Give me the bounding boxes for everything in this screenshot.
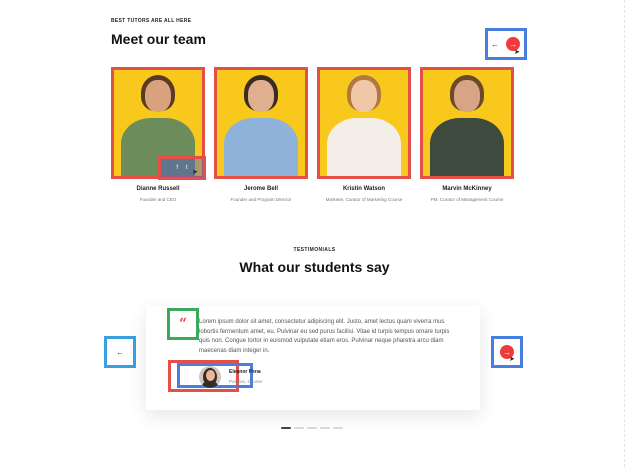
mouse-cursor-icon: ➤ bbox=[514, 49, 520, 56]
author-role: Position, Course bbox=[229, 379, 263, 384]
carousel-dot[interactable] bbox=[281, 427, 291, 429]
member-body-shape bbox=[224, 118, 298, 176]
member-head-shape bbox=[145, 80, 171, 112]
carousel-dot[interactable] bbox=[333, 427, 343, 429]
team-card[interactable]: Dianne Russell Founder and CEO bbox=[111, 67, 205, 202]
member-role: Founder and CEO bbox=[139, 197, 177, 202]
twitter-icon[interactable]: t bbox=[186, 165, 188, 171]
member-body-shape bbox=[327, 118, 401, 176]
member-role: Marketer, Curator of Marketing Course bbox=[325, 197, 403, 202]
avatar bbox=[199, 366, 221, 388]
member-body-shape bbox=[430, 118, 504, 176]
carousel-dot[interactable] bbox=[320, 427, 330, 429]
carousel-dot[interactable] bbox=[307, 427, 317, 429]
team-photo bbox=[317, 67, 411, 179]
page-edge bbox=[624, 0, 629, 467]
team-card[interactable]: Kristin Watson Marketer, Curator of Mark… bbox=[317, 67, 411, 202]
team-card[interactable]: Marvin McKinney PM, Curator of Managemen… bbox=[420, 67, 514, 202]
testimonials-next-button-frame: → bbox=[491, 336, 523, 368]
carousel-dots bbox=[281, 427, 343, 429]
mouse-cursor-icon: ➤ bbox=[509, 356, 515, 363]
author-name: Eleanor Pena bbox=[229, 369, 261, 375]
testimonials-title: What our students say bbox=[239, 259, 390, 275]
member-role: Founder and Program Director bbox=[230, 197, 292, 202]
mouse-cursor-icon: ➤ bbox=[192, 169, 198, 176]
arrow-left-icon: ← bbox=[116, 347, 124, 357]
member-name: Marvin McKinney bbox=[442, 186, 492, 192]
testimonials-prev-button[interactable]: ← bbox=[104, 336, 136, 368]
member-name: Kristin Watson bbox=[342, 186, 386, 192]
member-head-shape bbox=[248, 80, 274, 112]
member-role: PM, Curator of Management Course bbox=[430, 197, 504, 202]
team-eyebrow: BEST TUTORS ARE ALL HERE bbox=[111, 18, 192, 24]
carousel-dot[interactable] bbox=[294, 427, 304, 429]
avatar-body-shape bbox=[202, 381, 218, 388]
team-card[interactable]: Jerome Bell Founder and Program Director bbox=[214, 67, 308, 202]
facebook-icon[interactable]: f bbox=[176, 165, 178, 171]
team-title: Meet our team bbox=[111, 31, 206, 47]
testimonials-eyebrow: TESTIMONIALS bbox=[293, 247, 336, 253]
avatar-face-shape bbox=[206, 370, 215, 381]
social-links-overlay: f t bbox=[158, 156, 206, 180]
team-photo bbox=[420, 67, 514, 179]
member-head-shape bbox=[351, 80, 377, 112]
team-carousel-nav: ← → bbox=[485, 28, 527, 60]
member-head-shape bbox=[454, 80, 480, 112]
team-prev-arrow-icon[interactable]: ← bbox=[491, 40, 499, 49]
member-name: Dianne Russell bbox=[136, 186, 180, 192]
member-name: Jerome Bell bbox=[243, 186, 279, 192]
quote-icon: “ bbox=[167, 308, 199, 340]
team-photo bbox=[214, 67, 308, 179]
testimonial-text: Lorem ipsum dolor sit amet, consectetur … bbox=[199, 319, 450, 354]
